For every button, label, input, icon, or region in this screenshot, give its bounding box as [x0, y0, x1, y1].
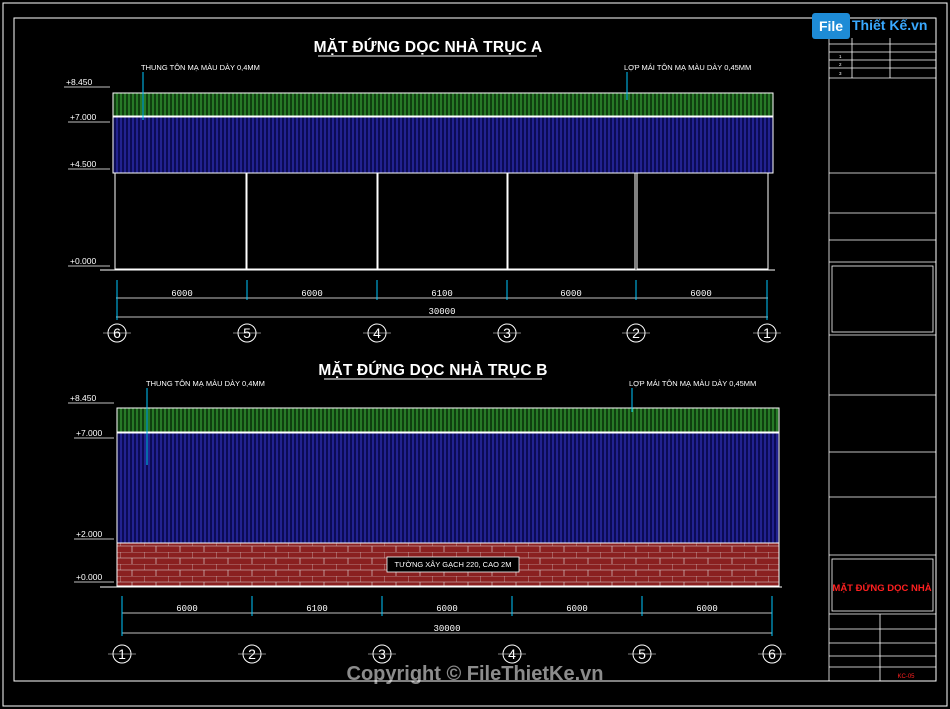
axis-b-3: 3	[368, 644, 396, 664]
note-brick-wall: TƯỜNG XÂY GẠCH 220, CAO 2M	[395, 560, 512, 569]
dim-a-1: 6000	[171, 289, 193, 299]
title-block-text: 1 2 3 MẶT ĐỨNG DỌC NHÀ KC-05	[832, 54, 931, 680]
svg-text:4: 4	[508, 646, 516, 662]
axis-bubbles-b: 1 2 3 4 5 6	[108, 644, 786, 664]
level-b-4: +0.000	[76, 572, 103, 582]
level-a-1: +8.450	[66, 77, 93, 87]
roof-band-a	[112, 92, 774, 117]
level-marks-b: +8.450 +7.000 +2.000 +0.000	[68, 393, 114, 583]
axis-b-4: 4	[498, 644, 526, 664]
axis-bubbles-a: 6 5 4 3 2 1	[103, 323, 781, 343]
dim-b-total: 30000	[433, 624, 460, 634]
bay-a-1	[114, 172, 247, 270]
elevation-axis-a: MẶT ĐỨNG DỌC NHÀ TRỤC A THUNG TÔN MẠ MÀU…	[64, 38, 781, 343]
site-logo: File Thiết Kế.vn	[812, 13, 932, 41]
level-a-3: +4.500	[70, 159, 97, 169]
title-block	[828, 17, 937, 682]
note-wall-sheet-b: THUNG TÔN MẠ MÀU DÀY 0,4MM	[146, 379, 265, 388]
axis-b-6: 6	[758, 644, 786, 664]
dim-b-5: 6000	[696, 604, 718, 614]
dim-a-5: 6000	[690, 289, 712, 299]
wall-sheets-b	[116, 432, 780, 544]
level-marks-a: +8.450 +7.000 +4.500 +0.000	[64, 77, 110, 267]
svg-text:6: 6	[113, 325, 121, 341]
axis-a-4: 4	[363, 323, 391, 343]
note-wall-sheet-a: THUNG TÔN MẠ MÀU DÀY 0,4MM	[141, 63, 260, 72]
svg-text:4: 4	[373, 325, 381, 341]
logo-part1: File	[812, 13, 850, 39]
svg-text:1: 1	[763, 325, 771, 341]
cad-drawing: MẶT ĐỨNG DỌC NHÀ TRỤC A THUNG TÔN MẠ MÀU…	[2, 2, 948, 707]
dim-b-2: 6100	[306, 604, 328, 614]
dim-a-total: 30000	[428, 307, 455, 317]
svg-text:1: 1	[118, 646, 126, 662]
dim-b-1: 6000	[176, 604, 198, 614]
axis-a-6: 6	[103, 323, 131, 343]
title-elevation-a: MẶT ĐỨNG DỌC NHÀ TRỤC A	[314, 38, 543, 56]
elevation-axis-b: MẶT ĐỨNG DỌC NHÀ TRỤC B TƯỜNG XÂY GẠCH 2…	[68, 361, 786, 664]
rev-row-1: 1	[839, 54, 842, 59]
dim-a-4: 6000	[560, 289, 582, 299]
roof-band-b	[116, 407, 780, 433]
sheet-code: KC-05	[897, 674, 915, 680]
wall-sheets-a	[112, 116, 774, 174]
bay-a-5	[636, 172, 769, 270]
axis-a-2: 2	[622, 323, 650, 343]
axis-a-3: 3	[493, 323, 521, 343]
title-elevation-b: MẶT ĐỨNG DỌC NHÀ TRỤC B	[318, 361, 547, 379]
level-a-2: +7.000	[70, 112, 97, 122]
sheet-title: MẶT ĐỨNG DỌC NHÀ	[832, 582, 931, 594]
level-a-4: +0.000	[70, 256, 97, 266]
level-b-3: +2.000	[76, 529, 103, 539]
axis-b-2: 2	[238, 644, 266, 664]
dim-a-3: 6100	[431, 289, 453, 299]
note-roof-sheet-b: LỢP MÁI TÔN MẠ MÀU DÀY 0,45MM	[629, 379, 756, 388]
bay-a-3	[377, 172, 508, 270]
dim-b-3: 6000	[436, 604, 458, 614]
note-roof-sheet-a: LỢP MÁI TÔN MẠ MÀU DÀY 0,45MM	[624, 63, 751, 72]
level-b-2: +7.000	[76, 428, 103, 438]
copyright-watermark: Copyright © FileThietKe.vn	[347, 663, 604, 685]
axis-b-1: 1	[108, 644, 136, 664]
svg-text:2: 2	[248, 646, 256, 662]
axis-a-5: 5	[233, 323, 261, 343]
level-b-1: +8.450	[70, 393, 97, 403]
axis-a-1: 1	[753, 323, 781, 343]
rev-row-2: 2	[839, 62, 842, 67]
bay-a-2	[246, 172, 378, 270]
svg-text:2: 2	[632, 325, 640, 341]
dim-a-2: 6000	[301, 289, 323, 299]
svg-text:3: 3	[378, 646, 386, 662]
svg-text:3: 3	[503, 325, 511, 341]
logo-part2: Thiết Kế.vn	[852, 17, 928, 33]
axis-b-5: 5	[628, 644, 656, 664]
rev-row-3: 3	[839, 71, 842, 76]
bay-a-4	[507, 172, 636, 270]
dim-b-4: 6000	[566, 604, 588, 614]
svg-text:6: 6	[768, 646, 776, 662]
svg-text:5: 5	[243, 325, 251, 341]
svg-text:5: 5	[638, 646, 646, 662]
